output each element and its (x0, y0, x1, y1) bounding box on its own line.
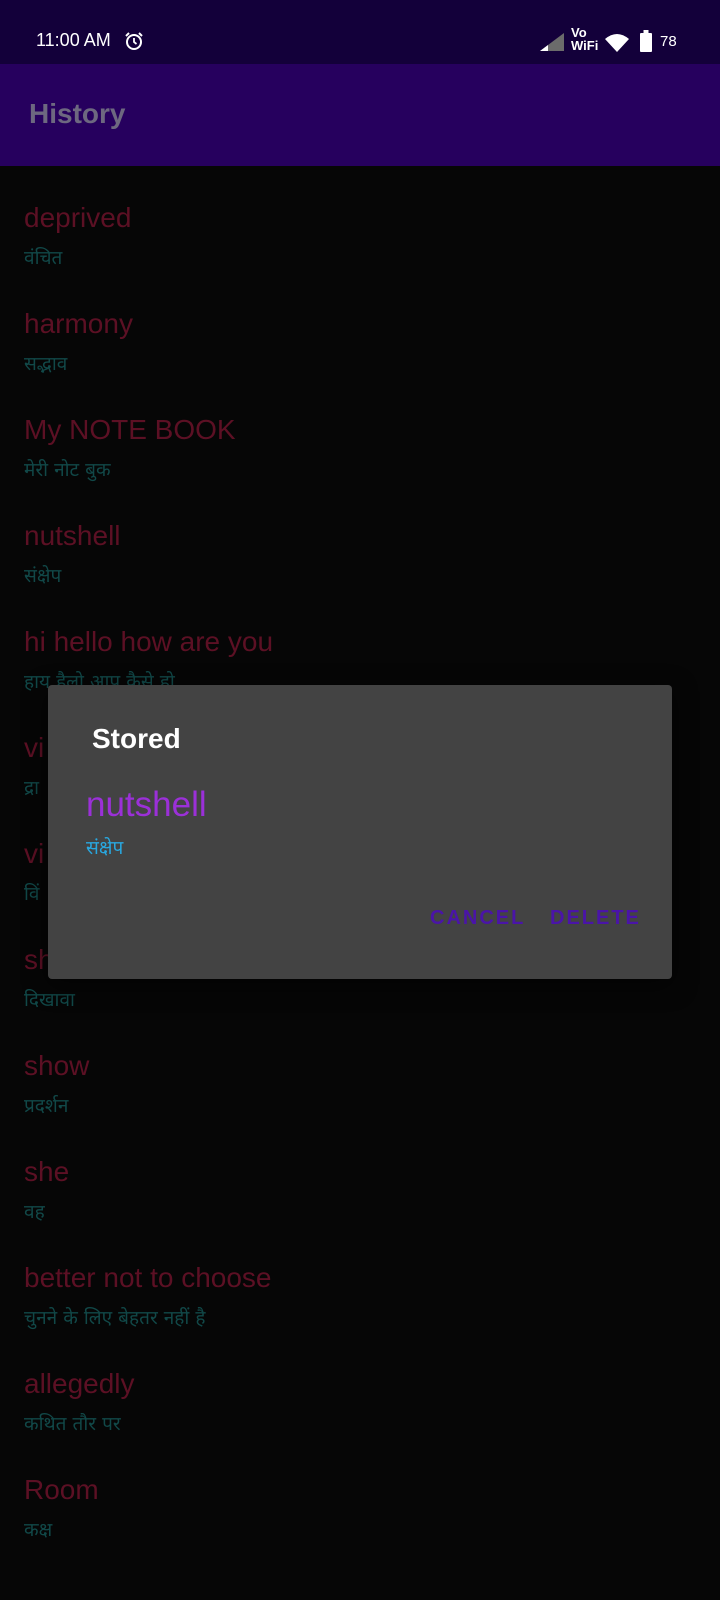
item-meaning: कक्ष (24, 1519, 53, 1541)
list-item[interactable]: allegedly कथित तौर पर (24, 1332, 704, 1435)
item-meaning: प्रदर्शन (24, 1095, 69, 1117)
list-item[interactable]: My NOTE BOOK मेरी नोट बुक (24, 378, 704, 481)
item-meaning: चुनने के लिए बेहतर नहीं है (24, 1307, 206, 1329)
stored-dialog: Stored nutshell संक्षेप CANCEL DELETE (48, 685, 672, 979)
battery-icon (640, 30, 652, 52)
item-word: show (24, 1050, 90, 1081)
item-word: vi (24, 838, 45, 869)
item-word: vi (24, 732, 45, 763)
list-item[interactable]: deprived वंचित (24, 166, 704, 269)
item-word: deprived (24, 202, 132, 233)
screen: 11:00 AM Vo WiFi ↑↓ 78 History deprived … (0, 0, 720, 1600)
wifi-icon: ↑↓ (605, 34, 629, 54)
item-word: allegedly (24, 1368, 135, 1399)
item-word: Room (24, 1474, 99, 1505)
dialog-word: nutshell (86, 785, 207, 824)
wifi-label: WiFi (571, 38, 599, 53)
item-meaning: कथित तौर पर (24, 1413, 121, 1435)
svg-text:↑↓: ↑↓ (620, 48, 627, 54)
item-meaning: वह (24, 1201, 45, 1223)
item-word: harmony (24, 308, 133, 339)
list-item[interactable]: Room कक्ष (24, 1438, 704, 1541)
cancel-button[interactable]: CANCEL (430, 907, 525, 930)
item-word: nutshell (24, 520, 121, 551)
item-meaning: संक्षेप (24, 565, 62, 587)
item-word: she (24, 1156, 70, 1187)
page-title: History (29, 98, 126, 129)
status-time: 11:00 AM (36, 30, 111, 50)
item-meaning: विं (24, 883, 40, 905)
delete-button[interactable]: DELETE (550, 907, 641, 930)
item-meaning: द्रा (24, 777, 40, 799)
list-item[interactable]: hi hello how are you हाय हैलो आप कैसे हो (24, 590, 704, 693)
signal-icon (540, 33, 564, 51)
vowifi-indicator: Vo WiFi (571, 26, 598, 52)
item-meaning: मेरी नोट बुक (24, 459, 111, 481)
list-item[interactable]: harmony सद्भाव (24, 272, 704, 375)
battery-level: 78 (660, 33, 677, 50)
list-item[interactable]: show प्रदर्शन (24, 1014, 704, 1117)
dialog-meaning: संक्षेप (86, 837, 124, 859)
app-bar: History (0, 64, 720, 166)
item-word: better not to choose (24, 1262, 272, 1293)
dialog-title: Stored (92, 723, 181, 754)
list-item[interactable]: better not to choose चुनने के लिए बेहतर … (24, 1226, 704, 1329)
alarm-icon (125, 32, 143, 50)
item-meaning: दिखावा (24, 989, 75, 1011)
item-meaning: सद्भाव (24, 353, 68, 375)
item-word: My NOTE BOOK (24, 414, 236, 445)
status-bar: 11:00 AM Vo WiFi ↑↓ 78 (0, 0, 720, 64)
item-word: hi hello how are you (24, 626, 274, 657)
item-meaning: वंचित (24, 247, 63, 269)
list-item[interactable]: she वह (24, 1120, 704, 1223)
list-item[interactable]: nutshell संक्षेप (24, 484, 704, 587)
